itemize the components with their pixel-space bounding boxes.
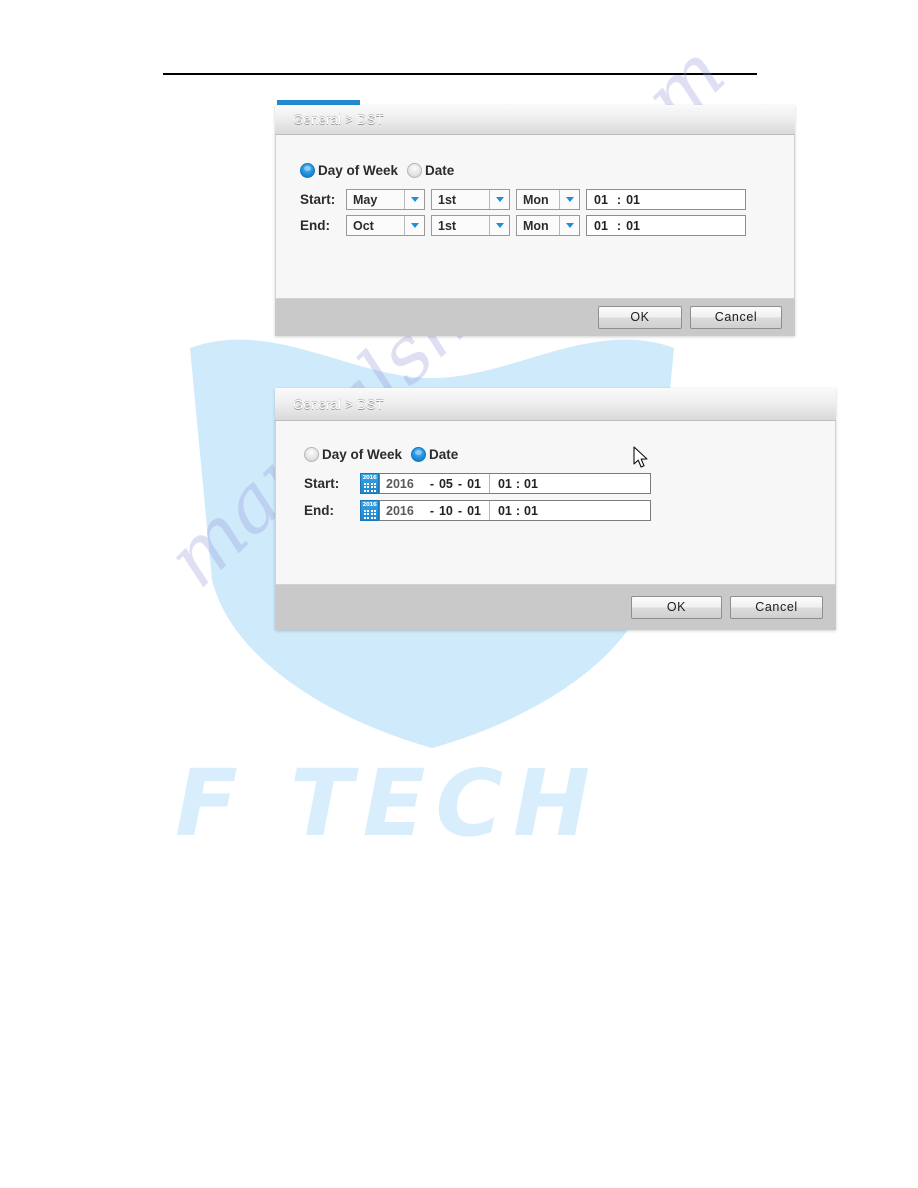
dialog-titlebar: General > DST (275, 388, 836, 421)
chevron-down-icon[interactable] (489, 190, 509, 209)
start-hour: 01 (497, 476, 512, 491)
end-row: End: Oct 1st Mon 01: 01 (300, 215, 794, 236)
start-month: 05 (438, 476, 453, 491)
calendar-icon-grid (364, 510, 377, 519)
dialog-dst-day-of-week: General > DST Day of Week Date Start: Ma… (275, 105, 795, 336)
end-date-part[interactable]: 2016 - 10 - 01 (380, 501, 490, 520)
dialog-footer: OK Cancel (275, 299, 795, 335)
start-minute: 01 (524, 476, 538, 491)
start-day: 01 (467, 476, 481, 491)
end-month-value: Oct (353, 218, 374, 233)
dialog-dst-date: General > DST Day of Week Date Start: 20… (275, 388, 836, 630)
ok-button[interactable]: OK (631, 595, 722, 619)
end-month: 10 (438, 503, 453, 518)
calendar-icon-year: 2016 (362, 475, 377, 481)
start-datetime-field[interactable]: 2016 - 05 - 01 01 : 01 (379, 473, 651, 494)
end-time-separator: : (616, 218, 622, 233)
calendar-icon[interactable]: 2016 (360, 473, 379, 494)
dialog-footer: OK Cancel (275, 585, 836, 629)
radio-day-of-week[interactable] (300, 163, 315, 178)
end-datetime-field[interactable]: 2016 - 10 - 01 01 : 01 (379, 500, 651, 521)
end-day: 01 (467, 503, 481, 518)
start-time-field[interactable]: 01 : 01 (586, 189, 746, 210)
end-date-separator-2: - (457, 503, 463, 518)
chevron-down-icon[interactable] (404, 190, 424, 209)
end-minute: 01 (626, 218, 640, 233)
start-minute: 01 (626, 192, 640, 207)
dst-mode-radio-group: Day of Week Date (300, 163, 794, 178)
cancel-button[interactable]: Cancel (730, 595, 823, 619)
radio-date-label: Date (429, 447, 459, 462)
start-time-part[interactable]: 01 : 01 (490, 474, 538, 493)
chevron-down-icon[interactable] (559, 190, 579, 209)
radio-day-of-week-label: Day of Week (322, 447, 403, 462)
calendar-icon-grid (364, 483, 377, 492)
dialog-title: General > DST (293, 112, 384, 127)
start-month-value: May (353, 192, 378, 207)
end-datetime-group: 2016 2016 - 10 - 01 01 : 01 (360, 500, 651, 521)
end-row: End: 2016 2016 - 10 - 01 01: 01 (304, 500, 835, 521)
dialog-titlebar: General > DST (275, 105, 795, 135)
start-label: Start: (300, 192, 336, 207)
chevron-down-icon[interactable] (404, 216, 424, 235)
end-weekday-dropdown[interactable]: Mon (516, 215, 580, 236)
end-month-dropdown[interactable]: Oct (346, 215, 425, 236)
start-time-separator: : (616, 192, 622, 207)
end-weekday-value: Mon (523, 218, 549, 233)
end-week-value: 1st (438, 218, 457, 233)
end-label: End: (300, 218, 330, 233)
start-week-dropdown[interactable]: 1st (431, 189, 510, 210)
end-time-part[interactable]: 01 : 01 (490, 501, 538, 520)
radio-date[interactable] (411, 447, 427, 462)
page-header-rule (163, 73, 757, 75)
chevron-down-icon[interactable] (489, 216, 509, 235)
dst-mode-radio-group: Day of Week Date (304, 447, 835, 462)
start-month-dropdown[interactable]: May (346, 189, 425, 210)
radio-day-of-week[interactable] (304, 447, 319, 462)
start-label: Start: (304, 476, 340, 491)
start-weekday-dropdown[interactable]: Mon (516, 189, 580, 210)
end-label: End: (304, 503, 334, 518)
radio-day-of-week-label: Day of Week (318, 163, 399, 178)
start-time-separator: : (515, 476, 521, 491)
calendar-icon-year: 2016 (362, 502, 377, 508)
ok-button[interactable]: OK (598, 305, 682, 329)
start-hour: 01 (594, 192, 608, 207)
end-hour: 01 (497, 503, 512, 518)
calendar-icon[interactable]: 2016 (360, 500, 379, 521)
radio-date-label: Date (425, 163, 455, 178)
radio-date[interactable] (407, 163, 423, 178)
brand-watermark: F TECH (175, 750, 600, 857)
dialog-title: General > DST (293, 396, 384, 412)
end-time-field[interactable]: 01 : 01 (586, 215, 746, 236)
chevron-down-icon[interactable] (559, 216, 579, 235)
start-datetime-group: 2016 2016 - 05 - 01 01 : 01 (360, 473, 651, 494)
start-row: Start: May 1st Mon 01: 01 (300, 189, 794, 210)
tab-indicator-dst[interactable] (277, 100, 360, 105)
start-year: 2016 (386, 476, 414, 491)
dialog-body: Day of Week Date Start: May 1st Mon 01:… (275, 135, 795, 299)
end-year: 2016 (386, 503, 414, 518)
start-week-value: 1st (438, 192, 457, 207)
start-row: Start: 2016 2016 - 05 - 01 01: 01 (304, 473, 835, 494)
end-week-dropdown[interactable]: 1st (431, 215, 510, 236)
end-time-separator: : (515, 503, 521, 518)
start-date-separator-1: - (429, 476, 434, 491)
end-hour: 01 (594, 218, 608, 233)
end-date-separator-1: - (429, 503, 434, 518)
start-weekday-value: Mon (523, 192, 549, 207)
mouse-cursor (633, 446, 651, 475)
end-minute: 01 (524, 503, 538, 518)
cancel-button[interactable]: Cancel (690, 305, 782, 329)
start-date-separator-2: - (457, 476, 463, 491)
start-date-part[interactable]: 2016 - 05 - 01 (380, 474, 490, 493)
dialog-body: Day of Week Date Start: 2016 2016 - 05 -… (275, 421, 836, 585)
